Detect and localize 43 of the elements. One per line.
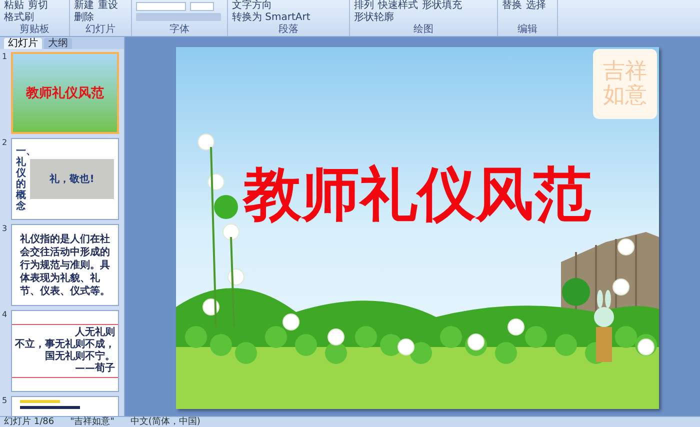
language-indicator[interactable]: 中文(简体，中国) xyxy=(130,418,200,426)
slide-thumbnail[interactable]: 礼仪指的是人们在社会交往活动中形成的行为规范与准则。具体表现为礼貌、礼节、仪表、仪式等。 xyxy=(11,224,119,306)
group-label: 字体 xyxy=(168,25,190,35)
quote-line: ——荀子 xyxy=(75,363,115,375)
theme-name: "吉祥如意" xyxy=(70,418,114,426)
thumbnail-caption: 礼，敬也! xyxy=(50,172,94,186)
group-label: 幻灯片 xyxy=(84,25,116,35)
group-label: 编辑 xyxy=(516,25,538,35)
slide-number: 3 xyxy=(2,224,8,235)
pane-tab[interactable]: 大纲 xyxy=(44,38,72,49)
slide-number: 5 xyxy=(2,396,8,407)
slide-number: 2 xyxy=(2,138,8,149)
ribbon-button[interactable]: 粘贴 xyxy=(4,0,24,12)
bunny-drawing xyxy=(594,290,614,362)
ribbon-button[interactable]: 排列 xyxy=(354,0,374,12)
text-line xyxy=(20,400,60,403)
font-name-field[interactable] xyxy=(136,2,186,11)
ribbon-button[interactable]: 重设 xyxy=(98,0,118,12)
slide-title: 教师礼仪风范 xyxy=(241,164,592,222)
slide-thumbnail[interactable]: 人无礼则 不立，事无礼则不成， 国无礼则不宁。 ——荀子 xyxy=(11,310,119,392)
group-label: 段落 xyxy=(278,25,300,35)
quote-line: 不立，事无礼则不成， xyxy=(15,339,115,350)
seal-text: 吉祥如意 xyxy=(603,60,647,107)
slide-number: 4 xyxy=(2,310,8,321)
slide-counter: 幻灯片 1/86 xyxy=(4,418,54,426)
ribbon-button[interactable]: 转换为 SmartArt xyxy=(232,12,310,24)
group-label: 绘图 xyxy=(412,25,434,35)
ribbon-button[interactable]: 替换 xyxy=(502,0,522,12)
thumbnail-title: 教师礼仪风范 xyxy=(26,86,104,100)
ribbon-button[interactable]: 删除 xyxy=(74,12,94,24)
ribbon-button[interactable]: 选择 xyxy=(526,0,546,12)
slide-thumbnail[interactable]: 一、礼仪的概念 礼，敬也! xyxy=(11,138,119,220)
slide-number: 1 xyxy=(2,52,8,63)
font-size-field[interactable] xyxy=(190,2,214,11)
quote-line: 国无礼则不宁。 xyxy=(45,351,115,362)
group-label: 剪贴板 xyxy=(18,25,50,35)
ribbon-button[interactable]: 快速样式 xyxy=(378,0,418,12)
pane-tab[interactable]: 幻灯片 xyxy=(4,38,42,49)
ribbon-button[interactable]: 格式刷 xyxy=(4,12,34,24)
thumbnail-text: 礼仪指的是人们在社会交往活动中形成的行为规范与准则。具体表现为礼貌、礼节、仪表、仪式等。 xyxy=(20,233,110,298)
text-line xyxy=(20,406,80,409)
quote-line: 人无礼则 xyxy=(75,327,115,338)
ribbon-button[interactable]: 形状轮廓 xyxy=(354,12,394,24)
